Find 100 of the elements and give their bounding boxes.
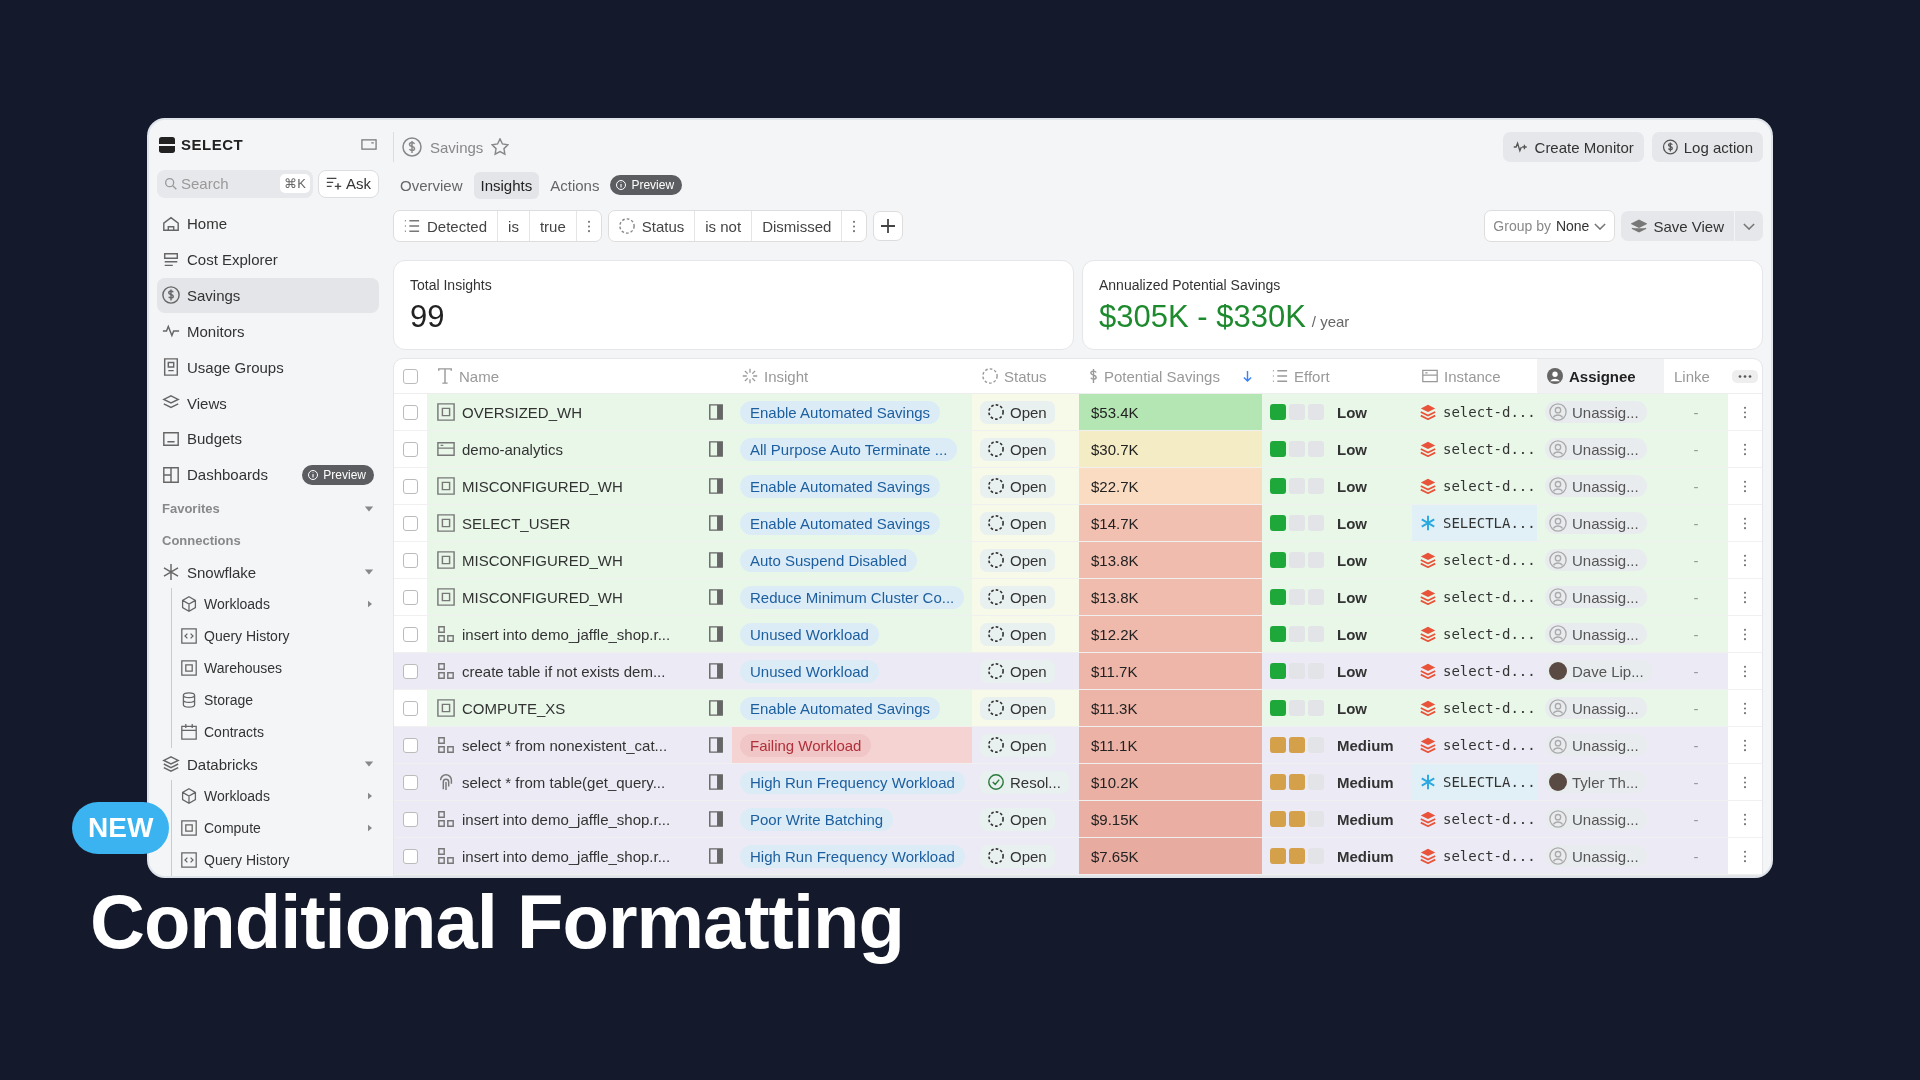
text-icon [437,368,453,384]
nav-item[interactable]: Budgets [157,420,379,457]
kebab-icon[interactable] [1743,442,1747,456]
assignee-tag[interactable]: Unassig... [1545,438,1647,460]
nav-item[interactable]: Contracts [176,716,379,749]
row-checkbox[interactable] [403,848,418,864]
panel-icon[interactable] [708,811,724,827]
panel-icon[interactable] [708,700,724,716]
plus-icon [880,218,897,234]
kebab-icon[interactable] [1743,812,1747,826]
row-checkbox[interactable] [403,626,418,642]
person-icon [1549,625,1567,643]
panel-icon[interactable] [708,626,724,642]
assignee-tag[interactable]: Unassig... [1545,549,1647,571]
tab[interactable]: Actions [543,171,607,199]
panel-icon[interactable] [708,848,724,864]
kebab-icon[interactable] [1743,775,1747,789]
column-header[interactable]: Assignee [1537,359,1664,393]
kebab-icon[interactable] [1743,849,1747,863]
row-checkbox[interactable] [403,478,418,494]
list-icon [162,250,180,269]
nav-item[interactable]: Usage Groups [157,349,379,386]
assignee-tag[interactable]: Dave Lip... [1545,660,1652,682]
sort-arrow-icon[interactable] [1243,369,1252,383]
tab[interactable]: Overview [393,171,470,199]
layers-icon [1631,218,1648,234]
assignee-tag[interactable]: Unassig... [1545,734,1647,756]
save-view-menu-button[interactable] [1735,211,1763,241]
nav-item[interactable]: Home [157,205,379,242]
select-all-checkbox[interactable] [403,368,418,384]
nav-item[interactable]: Views [157,385,379,421]
kebab-icon[interactable] [1743,405,1747,419]
row-checkbox[interactable] [403,552,418,568]
create-monitor-button[interactable]: Create Monitor [1502,132,1644,162]
snowflake-icon [1420,515,1436,531]
nav-item[interactable]: Query History [176,620,379,653]
nav-item[interactable]: Query History [176,844,379,876]
row-checkbox[interactable] [403,811,418,827]
row-checkbox[interactable] [403,404,418,420]
nav-item[interactable]: Warehouses [176,652,379,685]
kebab-icon[interactable] [1743,627,1747,641]
more-button[interactable] [1732,369,1758,383]
connection-item[interactable]: Snowflake [157,556,379,589]
kebab-icon[interactable] [1743,479,1747,493]
save-view-button[interactable]: Save View [1621,211,1734,241]
nav-item[interactable]: Workloads [176,588,379,621]
effort-label: Low [1337,699,1367,717]
assignee-tag[interactable]: Unassig... [1545,475,1647,497]
kebab-icon[interactable] [1743,516,1747,530]
panel-icon[interactable] [708,515,724,531]
assignee-tag[interactable]: Unassig... [1545,512,1647,534]
kebab-icon[interactable] [1743,664,1747,678]
assignee-tag[interactable]: Unassig... [1545,808,1647,830]
nav-item[interactable]: Monitors [157,313,379,350]
panel-icon[interactable] [708,589,724,605]
filter-chip[interactable]: Status is not Dismissed [607,210,868,242]
ask-button[interactable]: Ask [318,169,379,198]
kebab-icon[interactable] [1743,590,1747,604]
assignee-tag[interactable]: Unassig... [1545,697,1647,719]
kebab-icon[interactable] [852,219,857,233]
connection-item[interactable]: Databricks [157,748,379,781]
nav-item[interactable]: Storage [176,684,379,717]
kebab-icon[interactable] [1743,553,1747,567]
dropdown-value: None [1555,218,1590,234]
add-filter-button[interactable] [873,211,904,241]
assignee-tag[interactable]: Unassig... [1545,623,1647,645]
panel-icon[interactable] [708,404,724,420]
nav-item[interactable]: Cost Explorer [157,241,379,278]
kebab-icon[interactable] [1743,701,1747,715]
row-checkbox[interactable] [403,737,418,753]
assignee-tag[interactable]: Unassig... [1545,845,1647,867]
row-checkbox[interactable] [403,663,418,679]
person-icon [1549,403,1567,421]
panel-icon[interactable] [708,663,724,679]
row-checkbox[interactable] [403,700,418,716]
row-checkbox[interactable] [403,774,418,790]
nav-item[interactable]: Compute [176,812,379,845]
assignee-tag[interactable]: Tyler Th... [1545,771,1647,793]
row-checkbox[interactable] [403,589,418,605]
nav-item[interactable]: Savings [157,277,379,314]
panel-icon[interactable] [708,441,724,457]
assignee-tag[interactable]: Unassig... [1545,401,1647,423]
panel-icon[interactable] [708,737,724,753]
nav-item[interactable]: Workloads [176,780,379,813]
assignee-tag[interactable]: Unassig... [1545,586,1647,608]
kebab-icon[interactable] [1743,738,1747,752]
log-action-button[interactable]: Log action [1651,132,1763,162]
filter-chip[interactable]: Detected is true [393,210,602,242]
group-by-dropdown[interactable]: Group by None [1484,210,1616,242]
panel-icon[interactable] [708,552,724,568]
nav-item[interactable]: Dashboards Preview [157,456,379,493]
tab[interactable]: Insights [473,171,540,199]
panel-icon[interactable] [708,774,724,790]
row-checkbox[interactable] [403,441,418,457]
sidebar-toggle-icon[interactable] [361,139,377,151]
row-checkbox[interactable] [403,515,418,531]
section-heading: Favorites [162,501,220,517]
kebab-icon[interactable] [586,219,591,233]
panel-icon[interactable] [708,478,724,494]
star-icon[interactable] [491,138,510,156]
